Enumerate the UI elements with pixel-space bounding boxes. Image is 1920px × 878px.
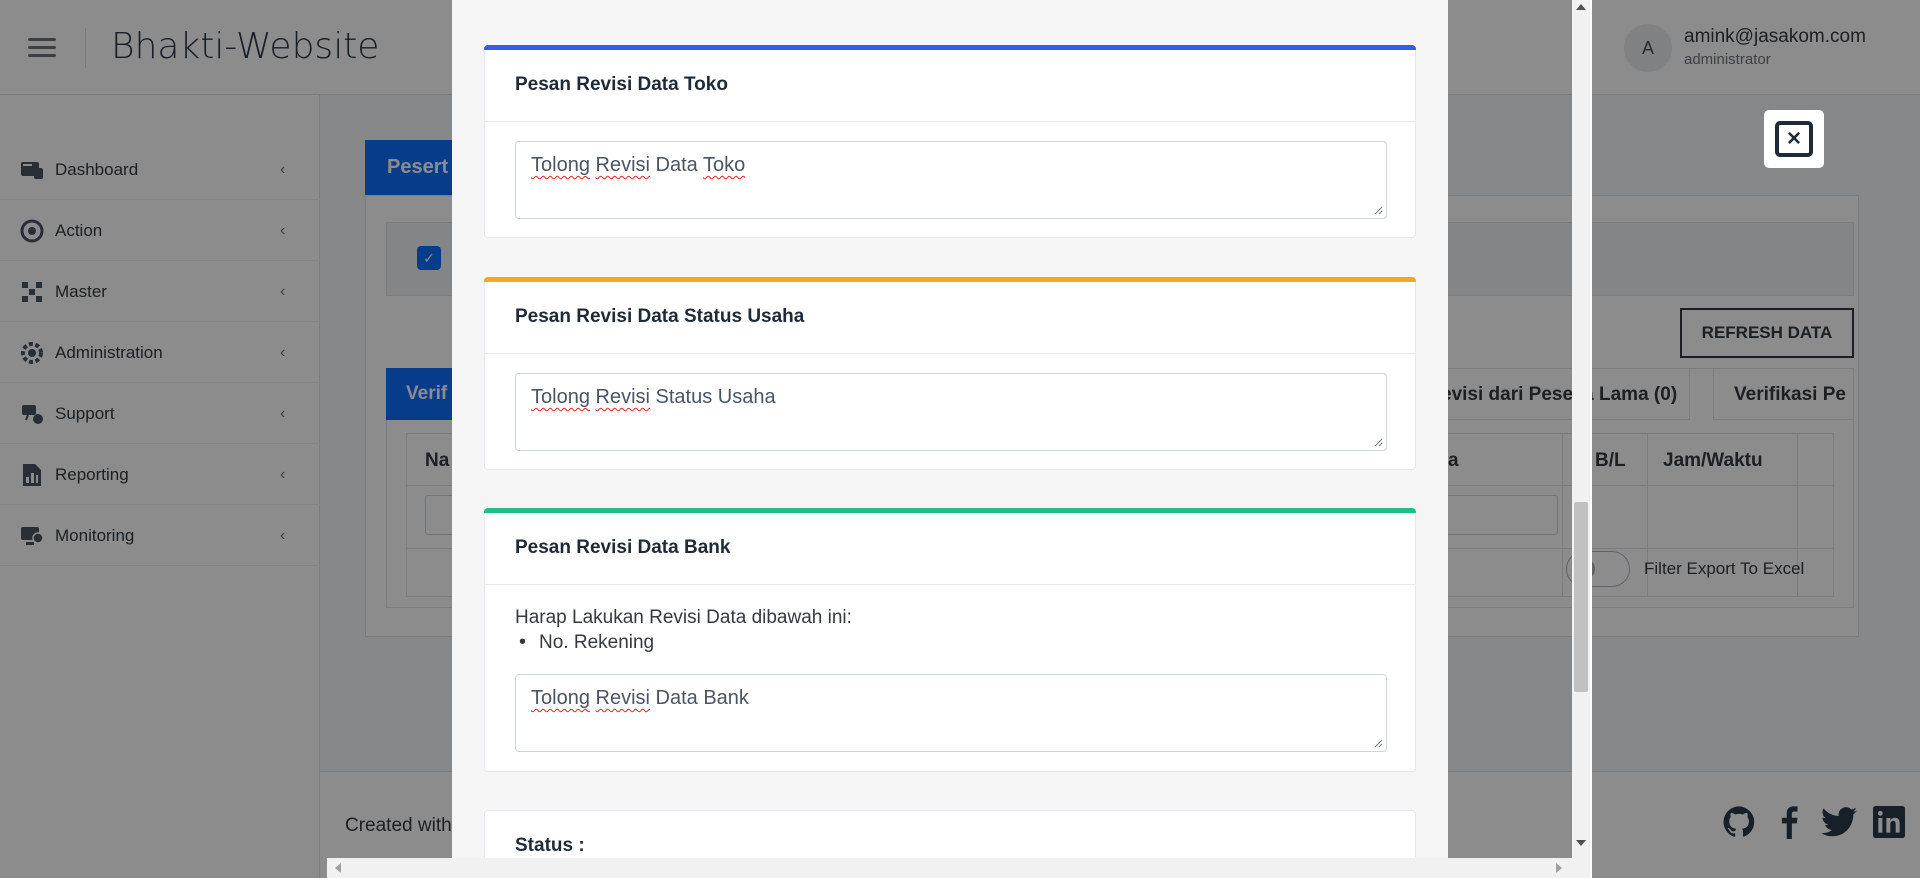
revisi-toko-textarea[interactable]: Tolong Revisi Data Toko	[515, 141, 1387, 219]
revisi-bank-instruction: Harap Lakukan Revisi Data dibawah ini:	[515, 607, 852, 628]
resize-grip-icon[interactable]	[1373, 738, 1383, 748]
horizontal-scrollbar[interactable]	[327, 858, 1590, 878]
scrollbar-edge	[1590, 0, 1592, 878]
revisi-bank-item: No. Rekening	[519, 631, 654, 654]
revisi-bank-card: Pesan Revisi Data Bank Harap Lakukan Rev…	[484, 508, 1416, 772]
revisi-toko-card: Pesan Revisi Data Toko Tolong Revisi Dat…	[484, 45, 1416, 238]
revisi-bank-textarea[interactable]: Tolong Revisi Data Bank	[515, 674, 1387, 752]
resize-grip-icon[interactable]	[1373, 437, 1383, 447]
vertical-scrollbar[interactable]	[1572, 0, 1590, 858]
status-card: Status :	[484, 810, 1416, 858]
revisi-bank-title: Pesan Revisi Data Bank	[485, 513, 1415, 585]
scrollbar-thumb[interactable]	[1574, 502, 1588, 692]
revisi-status-usaha-card: Pesan Revisi Data Status Usaha Tolong Re…	[484, 277, 1416, 470]
scroll-left-icon[interactable]	[335, 863, 341, 873]
scroll-up-icon[interactable]	[1576, 4, 1586, 10]
revisi-status-usaha-textarea[interactable]: Tolong Revisi Status Usaha	[515, 373, 1387, 451]
status-label: Status :	[515, 835, 585, 856]
resize-grip-icon[interactable]	[1373, 205, 1383, 215]
scroll-down-icon[interactable]	[1576, 840, 1586, 846]
revisi-status-usaha-title: Pesan Revisi Data Status Usaha	[485, 282, 1415, 354]
scroll-right-icon[interactable]	[1556, 863, 1562, 873]
close-modal-button[interactable]: ×	[1764, 110, 1824, 168]
revision-modal: Pesan Revisi Data Toko Tolong Revisi Dat…	[452, 0, 1448, 858]
close-icon: ×	[1775, 121, 1813, 157]
revisi-toko-title: Pesan Revisi Data Toko	[485, 50, 1415, 122]
